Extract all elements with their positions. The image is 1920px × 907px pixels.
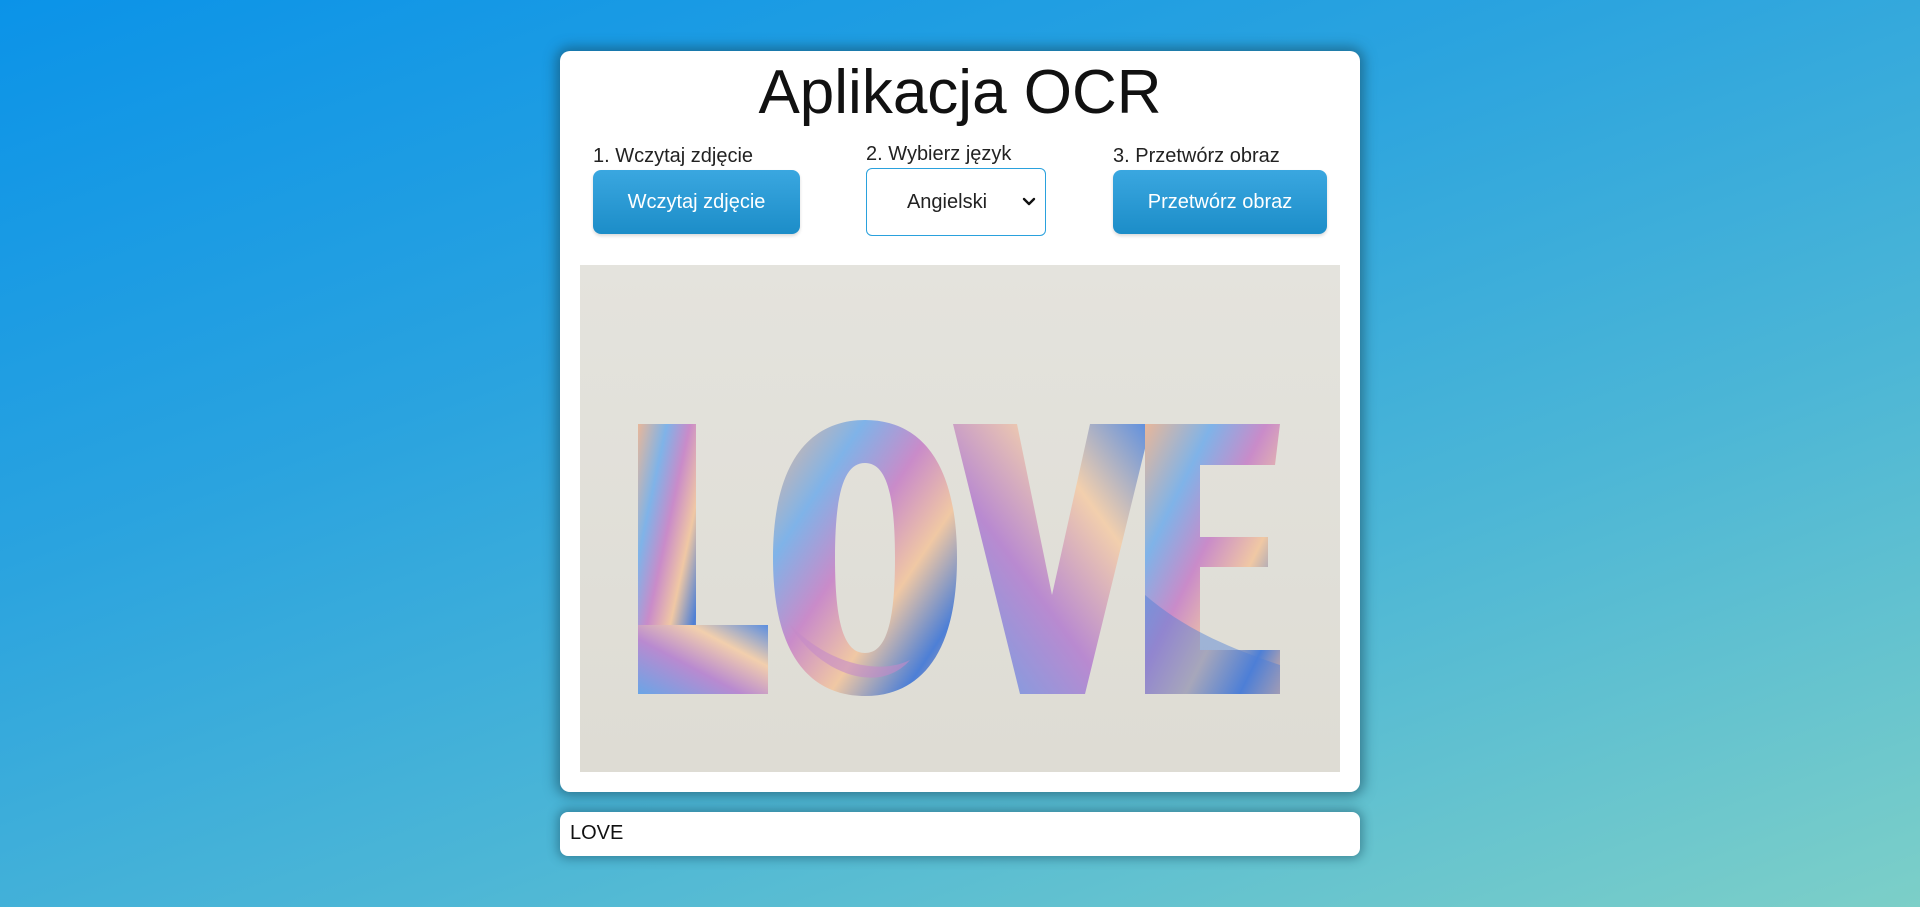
step-language-label: 2. Wybierz język xyxy=(866,143,1012,165)
process-image-button[interactable]: Przetwórz obraz xyxy=(1113,170,1327,234)
image-preview xyxy=(580,265,1340,772)
ocr-card: Aplikacja OCR 1. Wczytaj zdjęcie Wczytaj… xyxy=(560,51,1360,792)
uploaded-image xyxy=(580,265,1340,772)
result-text: LOVE xyxy=(570,822,624,844)
result-box: LOVE xyxy=(560,812,1360,856)
step-upload: 1. Wczytaj zdjęcie Wczytaj zdjęcie xyxy=(593,143,803,243)
page-title: Aplikacja OCR xyxy=(758,58,1162,127)
upload-image-button[interactable]: Wczytaj zdjęcie xyxy=(593,170,800,234)
language-select-value: Angielski xyxy=(906,191,988,213)
language-select[interactable]: Angielski xyxy=(866,168,1046,236)
step-process-label: 3. Przetwórz obraz xyxy=(1113,145,1280,167)
chevron-down-icon xyxy=(1022,197,1036,206)
step-process: 3. Przetwórz obraz Przetwórz obraz xyxy=(1113,143,1333,243)
step-upload-label: 1. Wczytaj zdjęcie xyxy=(593,145,754,167)
step-language: 2. Wybierz język Angielski xyxy=(866,143,1056,243)
